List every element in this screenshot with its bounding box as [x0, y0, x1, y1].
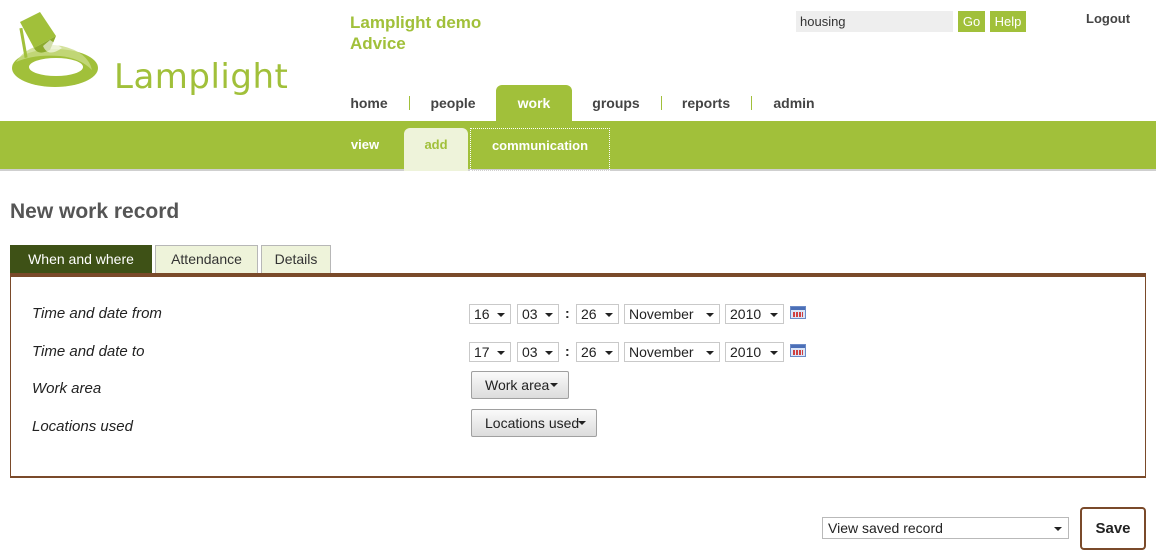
- nav-item-groups[interactable]: groups: [583, 85, 649, 121]
- from-minute-value: 03: [522, 306, 538, 322]
- to-minute-select[interactable]: 03: [517, 342, 559, 362]
- nav-item-admin[interactable]: admin: [764, 85, 824, 121]
- brand-logo[interactable]: Lamplight: [10, 10, 288, 94]
- view-saved-record-value: View saved record: [828, 520, 943, 536]
- work-area-dropdown[interactable]: Work area: [471, 371, 569, 399]
- calendar-icon[interactable]: [790, 344, 806, 357]
- locations-button-label: Locations used: [485, 415, 580, 431]
- to-day-select[interactable]: 26: [576, 342, 619, 362]
- subnav-item-add[interactable]: add: [404, 128, 468, 171]
- nav-item-reports[interactable]: reports: [672, 85, 740, 121]
- nav-item-home[interactable]: home: [340, 85, 398, 121]
- to-year-select[interactable]: 2010: [725, 342, 784, 362]
- from-label: Time and date from: [32, 305, 162, 322]
- chevron-down-icon: [605, 313, 613, 317]
- to-day-value: 26: [581, 344, 597, 360]
- org-line-1: Lamplight demo: [350, 13, 482, 32]
- to-label: Time and date to: [32, 343, 145, 360]
- chevron-down-icon: [706, 313, 714, 317]
- to-hour-select[interactable]: 17: [469, 342, 511, 362]
- from-hour-select[interactable]: 16: [469, 304, 511, 324]
- from-year-select[interactable]: 2010: [725, 304, 784, 324]
- org-name: Lamplight demo Advice: [350, 12, 481, 54]
- locations-label: Locations used: [32, 418, 133, 435]
- to-minute-value: 03: [522, 344, 538, 360]
- nav-item-people[interactable]: people: [420, 85, 486, 121]
- nav-separator: [751, 96, 752, 110]
- from-day-select[interactable]: 26: [576, 304, 619, 324]
- chevron-down-icon: [706, 351, 714, 355]
- help-button[interactable]: Help: [990, 11, 1026, 32]
- time-separator: :: [565, 343, 570, 359]
- from-month-value: November: [629, 306, 694, 322]
- to-month-value: November: [629, 344, 694, 360]
- chevron-down-icon: [545, 313, 553, 317]
- tab-details[interactable]: Details: [261, 245, 331, 273]
- from-month-select[interactable]: November: [624, 304, 720, 324]
- page-title: New work record: [10, 200, 180, 223]
- chevron-down-icon: [578, 421, 586, 425]
- view-saved-record-select[interactable]: View saved record: [822, 517, 1069, 539]
- from-minute-select[interactable]: 03: [517, 304, 559, 324]
- calendar-icon[interactable]: [790, 306, 806, 319]
- save-button[interactable]: Save: [1080, 507, 1146, 550]
- nav-separator: [409, 96, 410, 110]
- brand-name: Lamplight: [114, 57, 289, 97]
- from-hour-value: 16: [474, 306, 490, 322]
- subnav-item-view[interactable]: view: [340, 128, 390, 171]
- to-year-value: 2010: [730, 344, 762, 360]
- locations-dropdown[interactable]: Locations used: [471, 409, 597, 437]
- go-button[interactable]: Go: [958, 11, 985, 32]
- chevron-down-icon: [497, 313, 505, 317]
- nav-separator: [661, 96, 662, 110]
- to-hour-value: 17: [474, 344, 490, 360]
- nav-item-work[interactable]: work: [496, 85, 572, 121]
- search-input[interactable]: [796, 11, 953, 32]
- tab-attendance[interactable]: Attendance: [155, 245, 258, 273]
- chevron-down-icon: [497, 351, 505, 355]
- chevron-down-icon: [550, 383, 558, 387]
- org-line-2: Advice: [350, 34, 406, 53]
- chevron-down-icon: [770, 313, 778, 317]
- chevron-down-icon: [605, 351, 613, 355]
- from-year-value: 2010: [730, 306, 762, 322]
- time-separator: :: [565, 305, 570, 321]
- chevron-down-icon: [1054, 527, 1062, 531]
- chevron-down-icon: [545, 351, 553, 355]
- work-area-button-label: Work area: [485, 377, 550, 393]
- logout-link[interactable]: Logout: [1086, 11, 1130, 26]
- subnav-item-communication[interactable]: communication: [470, 128, 610, 171]
- from-day-value: 26: [581, 306, 597, 322]
- to-month-select[interactable]: November: [624, 342, 720, 362]
- chevron-down-icon: [770, 351, 778, 355]
- lamp-logo-icon: [12, 12, 98, 87]
- subnav-bar: view add communication: [0, 121, 1156, 171]
- work-area-label: Work area: [32, 380, 102, 397]
- tab-when-and-where[interactable]: When and where: [10, 245, 152, 273]
